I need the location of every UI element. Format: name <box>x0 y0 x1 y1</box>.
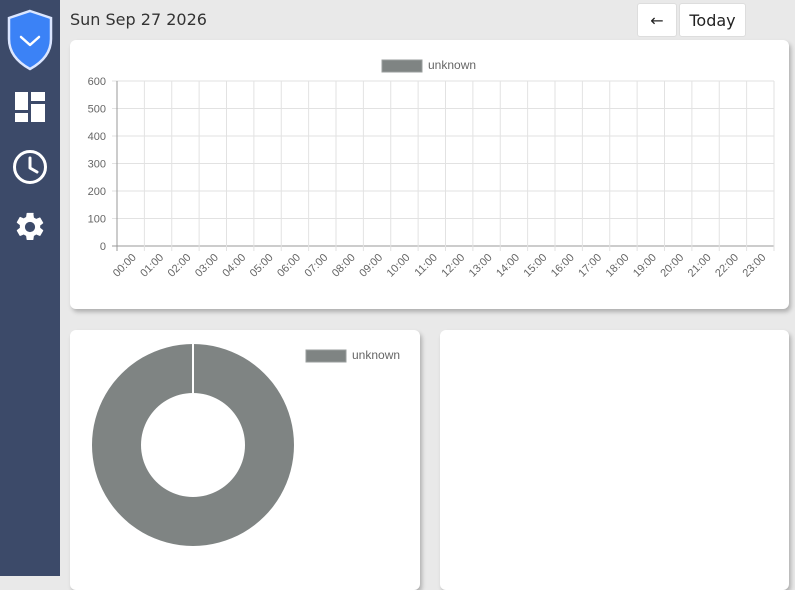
y-tick-label: 500 <box>88 104 106 116</box>
date-title: Sun Sep 27 2026 <box>70 10 207 29</box>
x-tick-label: 08:00 <box>330 252 358 280</box>
today-button[interactable]: Today <box>679 3 746 37</box>
x-tick-label: 12:00 <box>439 252 467 280</box>
y-tick-label: 0 <box>100 241 106 253</box>
x-tick-label: 22:00 <box>713 252 741 280</box>
x-tick-label: 07:00 <box>302 252 330 280</box>
x-tick-label: 13:00 <box>467 252 495 280</box>
x-tick-label: 01:00 <box>138 252 166 280</box>
y-tick-label: 100 <box>88 214 106 226</box>
logo-shield-icon[interactable] <box>0 8 60 72</box>
y-tick-label: 200 <box>88 186 106 198</box>
y-tick-label: 600 <box>88 76 106 88</box>
x-tick-label: 19:00 <box>631 252 659 280</box>
x-tick-label: 09:00 <box>357 252 385 280</box>
hourly-chart-card: unknown 0 100 200 300 400 500 600 00:00 01:00 02:0… <box>70 40 789 309</box>
x-tick-label: 06:00 <box>275 252 303 280</box>
x-tick-label: 23:00 <box>740 252 768 280</box>
y-tick-label: 400 <box>88 131 106 143</box>
x-tick-label: 17:00 <box>576 252 604 280</box>
x-tick-label: 05:00 <box>248 252 276 280</box>
x-tick-label: 21:00 <box>686 252 714 280</box>
x-tick-label: 00:00 <box>111 252 139 280</box>
gear-icon[interactable] <box>0 208 60 246</box>
legend-label: unknown <box>352 348 400 362</box>
x-tick-label: 16:00 <box>549 252 577 280</box>
y-tick-label: 300 <box>88 159 106 171</box>
category-chart-card: unknown <box>70 330 420 590</box>
x-tick-label: 02:00 <box>166 252 194 280</box>
category-donut-chart: unknown <box>91 344 400 546</box>
x-tick-label: 11:00 <box>413 252 440 279</box>
legend-label: unknown <box>428 58 476 72</box>
x-tick-label: 10:00 <box>385 252 413 280</box>
x-tick-label: 15:00 <box>521 252 549 280</box>
empty-panel-card <box>440 330 789 590</box>
legend-swatch <box>305 349 347 363</box>
x-tick-label: 04:00 <box>220 252 248 280</box>
legend-swatch <box>381 59 423 73</box>
x-tick-label: 03:00 <box>193 252 221 280</box>
previous-day-button[interactable]: ← <box>637 3 677 37</box>
sidebar <box>0 0 60 576</box>
hourly-bar-chart: unknown 0 100 200 300 400 500 600 00:00 01:00 02:0… <box>88 58 775 280</box>
x-tick-label: 20:00 <box>658 252 686 280</box>
x-tick-label: 14:00 <box>494 252 522 280</box>
dashboard-icon[interactable] <box>0 88 60 126</box>
clock-icon[interactable] <box>0 148 60 186</box>
x-tick-label: 18:00 <box>604 252 632 280</box>
